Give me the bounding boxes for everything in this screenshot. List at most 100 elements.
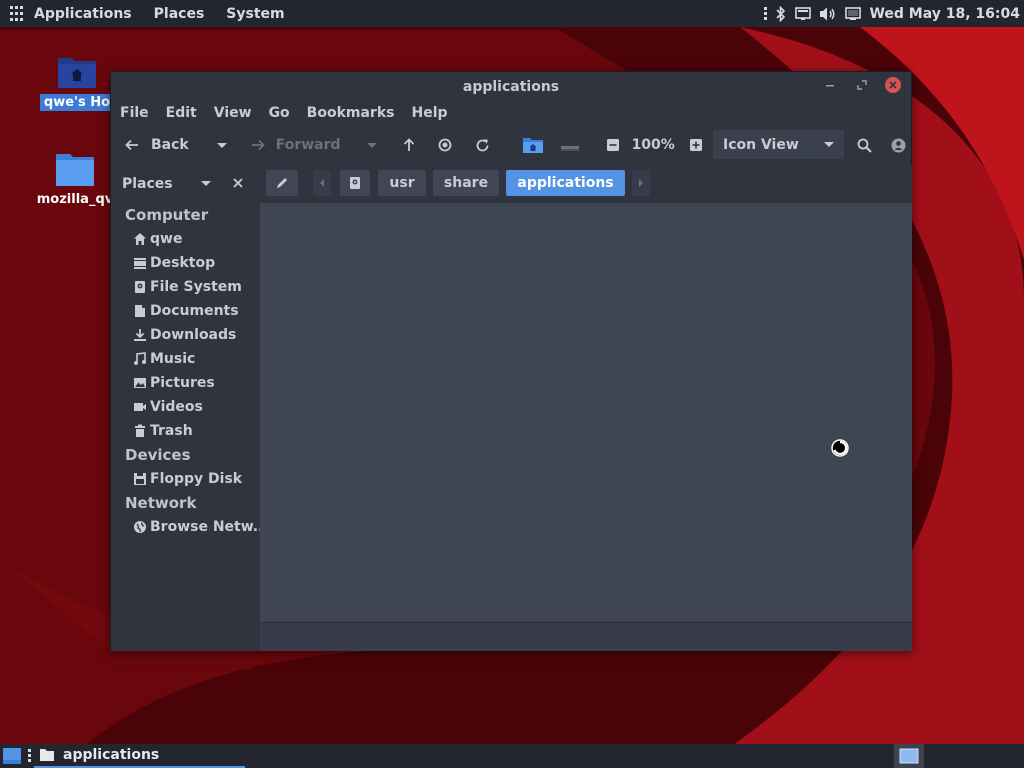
crumb-root[interactable] — [340, 170, 370, 196]
bluetooth-icon[interactable] — [775, 5, 787, 22]
document-icon — [135, 305, 145, 317]
menu-go[interactable]: Go — [269, 105, 290, 121]
search-button[interactable] — [857, 138, 872, 153]
desktop-icon-label: qwe's Ho — [39, 94, 115, 111]
arrow-left-icon — [125, 139, 138, 151]
menu-view[interactable]: View — [214, 105, 252, 121]
reload-button[interactable] — [475, 138, 490, 153]
path-bar: usr share applications — [260, 165, 912, 203]
sidebar-header: Places — [111, 165, 260, 203]
globe-icon — [134, 521, 146, 533]
taskbar-window-button[interactable]: applications — [34, 744, 245, 768]
file-view-area[interactable] — [260, 203, 912, 622]
sidebar-item-label: Documents — [150, 303, 239, 319]
sidebar-mode-dropdown[interactable] — [201, 181, 211, 186]
forward-button[interactable]: Forward — [251, 137, 341, 153]
sidebar: Places Computer qwe Desktop File System … — [111, 165, 269, 651]
sidebar-item-music[interactable]: Music — [111, 347, 260, 371]
reload-icon — [476, 138, 488, 151]
plus-icon — [689, 139, 702, 151]
sidebar-item-label: Videos — [150, 399, 203, 415]
sidebar-item-downloads[interactable]: Downloads — [111, 323, 260, 347]
sidebar-item-videos[interactable]: Videos — [111, 395, 260, 419]
desktop-icon — [134, 258, 146, 269]
computer-button[interactable] — [559, 137, 581, 153]
crumb-share[interactable]: share — [433, 170, 499, 196]
back-button[interactable]: Back — [125, 137, 189, 153]
sidebar-item-trash[interactable]: Trash — [111, 419, 260, 443]
workspace-switcher[interactable] — [894, 744, 924, 768]
crumb-usr[interactable]: usr — [378, 170, 426, 196]
sidebar-item-documents[interactable]: Documents — [111, 299, 260, 323]
sidebar-item-label: Downloads — [150, 327, 237, 343]
menu-file[interactable]: File — [120, 105, 149, 121]
app-menu-icon — [891, 138, 906, 153]
close-icon — [889, 81, 897, 89]
zoom-out-button[interactable] — [606, 138, 620, 152]
volume-icon[interactable] — [819, 6, 837, 22]
status-bar — [260, 622, 912, 651]
path-scroll-left-button[interactable] — [313, 170, 331, 196]
minus-icon — [606, 139, 619, 151]
trash-icon — [135, 424, 145, 437]
system-tray: Wed May 18, 16:04 — [764, 0, 1024, 27]
back-history-dropdown[interactable] — [216, 142, 227, 148]
sidebar-item-home[interactable]: qwe — [111, 227, 260, 251]
stop-button[interactable] — [438, 138, 452, 152]
workspace-icon — [899, 748, 919, 764]
sidebar-item-label: Desktop — [150, 255, 216, 271]
zoom-in-button[interactable] — [689, 138, 703, 152]
zoom-level[interactable]: 100% — [632, 137, 675, 153]
pencil-icon — [277, 178, 287, 188]
apps-grid-icon[interactable] — [10, 5, 26, 22]
window-titlebar[interactable]: applications — [111, 72, 911, 101]
edit-location-button[interactable] — [266, 170, 298, 196]
close-icon — [233, 178, 243, 188]
panel-menu-places[interactable]: Places — [154, 6, 205, 22]
up-button[interactable] — [403, 138, 415, 152]
minimize-button[interactable] — [821, 76, 839, 94]
panel-menu-system[interactable]: System — [226, 6, 284, 22]
sidebar-close-button[interactable] — [233, 178, 243, 188]
sidebar-item-pictures[interactable]: Pictures — [111, 371, 260, 395]
home-folder-icon — [522, 138, 543, 153]
sidebar-item-label: Floppy Disk — [150, 471, 243, 487]
sidebar-item-label: qwe — [150, 231, 183, 247]
toolbar: Back Forward 100% Icon View — [111, 125, 911, 165]
desktop-icon — [3, 748, 21, 764]
sidebar-item-label: File System — [150, 279, 242, 295]
arrow-right-icon — [251, 139, 265, 151]
sidebar-item-browse-network[interactable]: Browse Netw... — [111, 515, 269, 539]
drive-icon — [350, 177, 360, 189]
panel-menu-applications[interactable]: Applications — [34, 6, 132, 22]
panel-clock[interactable]: Wed May 18, 16:04 — [869, 6, 1020, 22]
menu-help[interactable]: Help — [411, 105, 447, 121]
display-icon[interactable] — [845, 6, 862, 21]
music-icon — [134, 352, 146, 365]
sidebar-header-label: Places — [122, 176, 173, 192]
home-icon — [134, 233, 146, 245]
maximize-button[interactable] — [853, 76, 871, 94]
sidebar-item-desktop[interactable]: Desktop — [111, 251, 260, 275]
chevron-right-icon — [639, 179, 643, 187]
path-scroll-right-button[interactable] — [632, 170, 650, 196]
sidebar-item-floppy[interactable]: Floppy Disk — [111, 467, 260, 491]
show-desktop-button[interactable] — [2, 747, 22, 765]
view-mode-select[interactable]: Icon View — [713, 130, 844, 159]
sidebar-item-filesystem[interactable]: File System — [111, 275, 260, 299]
view-mode-label: Icon View — [723, 136, 799, 153]
sidebar-item-label: Pictures — [150, 375, 215, 391]
sidebar-item-label: Trash — [150, 423, 193, 439]
desktop-icon-home[interactable]: qwe's Ho — [39, 52, 115, 111]
taskbar-window-label: applications — [63, 747, 160, 763]
close-button[interactable] — [885, 77, 901, 93]
menu-button[interactable] — [891, 138, 906, 153]
crumb-applications[interactable]: applications — [506, 170, 625, 196]
desktop-icon-mozilla[interactable]: mozilla_qv — [37, 150, 113, 207]
home-button[interactable] — [522, 136, 544, 154]
search-icon — [857, 138, 872, 153]
menu-bookmarks[interactable]: Bookmarks — [307, 105, 395, 121]
menu-edit[interactable]: Edit — [166, 105, 197, 121]
forward-history-dropdown[interactable] — [366, 142, 377, 148]
network-icon[interactable] — [795, 6, 812, 21]
